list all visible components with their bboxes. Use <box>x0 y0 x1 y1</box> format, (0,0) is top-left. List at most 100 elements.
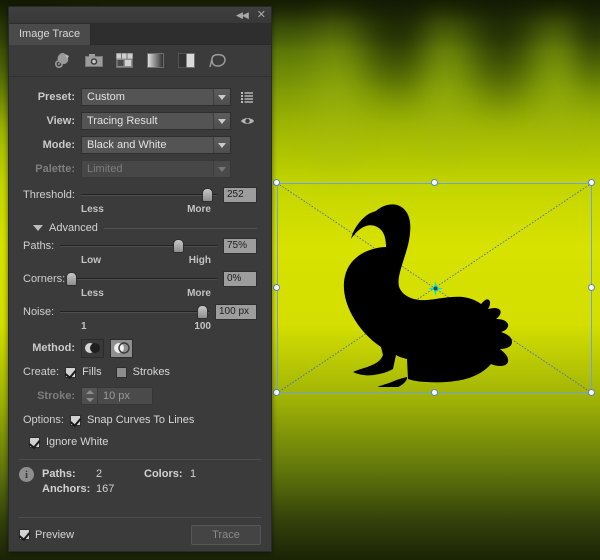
grayscale-gradient-icon[interactable] <box>145 50 167 71</box>
paths-slider[interactable] <box>60 238 217 254</box>
method-overlapping-icon[interactable] <box>110 338 133 358</box>
corners-scale: Less More <box>23 288 257 302</box>
field-create: Create: Fills Strokes <box>23 361 257 383</box>
corners-slider[interactable] <box>66 271 217 287</box>
low-color-icon[interactable] <box>114 50 136 71</box>
paths-label: Paths: <box>23 239 55 252</box>
method-abutting-icon[interactable] <box>81 338 104 358</box>
stats-colors-key: Colors: <box>144 467 183 480</box>
field-threshold: Threshold: 252 <box>23 185 257 204</box>
noise-input[interactable]: 100 px <box>215 303 257 320</box>
stepper-down-icon <box>82 396 97 404</box>
ignore-white-checkbox[interactable] <box>29 436 40 448</box>
auto-color-icon[interactable] <box>52 50 74 71</box>
chevron-down-icon <box>213 161 230 177</box>
snap-curves-checkbox[interactable] <box>69 414 81 426</box>
panel-header: ◀◀ ✕ <box>9 7 271 24</box>
stats-anchors-value: 167 <box>96 482 115 495</box>
threshold-thumb[interactable] <box>202 187 214 202</box>
create-label: Create: <box>23 366 60 378</box>
preview-checkbox[interactable] <box>19 529 30 540</box>
preset-select[interactable]: Custom <box>81 88 231 106</box>
screenshot-root: ◀◀ ✕ Image Trace Preset: Custom View: Tr… <box>0 0 600 560</box>
threshold-scale-max: More <box>187 204 211 215</box>
field-palette: Palette: Limited <box>23 157 257 181</box>
bg-streak <box>462 0 542 120</box>
corners-scale-min: Less <box>81 288 104 299</box>
preset-value: Custom <box>87 91 125 103</box>
noise-slider[interactable] <box>60 304 209 320</box>
selection-handle-middle-right[interactable] <box>588 284 595 291</box>
paths-track <box>60 244 217 247</box>
noise-thumb[interactable] <box>196 304 208 319</box>
stroke-value: 10 px <box>103 390 130 402</box>
paths-scale-min: Low <box>81 255 101 266</box>
threshold-value: 252 <box>227 189 244 200</box>
selection-handle-top-left[interactable] <box>273 179 280 186</box>
selection-bounding-box[interactable] <box>273 179 595 396</box>
trace-button-label: Trace <box>212 528 240 541</box>
corners-input[interactable]: 0% <box>223 270 257 287</box>
advanced-disclosure[interactable]: Advanced <box>23 222 257 234</box>
stats-colors-value: 1 <box>190 467 197 480</box>
threshold-input[interactable]: 252 <box>223 186 257 203</box>
eye-icon[interactable] <box>237 112 257 130</box>
noise-value: 100 px <box>219 306 250 317</box>
field-mode: Mode: Black and White <box>23 133 257 157</box>
selection-handle-top-center[interactable] <box>430 179 438 186</box>
noise-scale-min: 1 <box>81 321 87 332</box>
chevron-down-icon[interactable] <box>213 137 230 153</box>
corners-thumb[interactable] <box>66 271 78 286</box>
chevron-down-icon[interactable] <box>213 113 230 129</box>
stats-paths-value: 2 <box>96 467 103 480</box>
corners-track <box>71 277 217 280</box>
advanced-label: Advanced <box>49 222 98 234</box>
noise-label: Noise: <box>23 305 55 318</box>
high-color-photo-icon[interactable] <box>83 50 105 71</box>
field-options: Options: Snap Curves To Lines <box>23 409 257 431</box>
options-label: Options: <box>23 414 64 426</box>
stats-line-paths: Paths: 2 Colors: 1 <box>42 466 196 481</box>
outline-silhouette-icon[interactable] <box>207 50 229 71</box>
black-and-white-icon[interactable] <box>176 50 198 71</box>
paths-thumb[interactable] <box>172 238 184 253</box>
center-anchor-icon[interactable] <box>427 281 443 296</box>
snap-curves-label: Snap Curves To Lines <box>86 414 195 426</box>
selection-handle-bottom-right[interactable] <box>588 389 595 396</box>
palette-spacer <box>237 160 257 178</box>
preview-control[interactable]: Preview <box>19 529 74 541</box>
field-stroke: Stroke: 10 px <box>23 383 257 409</box>
corners-value: 0% <box>227 273 242 284</box>
create-fills-checkbox[interactable] <box>65 366 77 378</box>
advanced-rule <box>103 227 257 229</box>
field-noise: Noise: 100 px <box>23 302 257 321</box>
palette-value: Limited <box>87 163 123 175</box>
tab-label: Image Trace <box>19 28 81 40</box>
field-ignore-white: Ignore White <box>23 431 257 453</box>
corners-scale-max: More <box>187 288 211 299</box>
paths-input[interactable]: 75% <box>223 237 257 254</box>
threshold-slider[interactable] <box>80 187 217 203</box>
threshold-track <box>80 193 217 196</box>
mode-select[interactable]: Black and White <box>81 136 231 154</box>
close-icon[interactable]: ✕ <box>257 9 266 21</box>
selection-handle-bottom-center[interactable] <box>430 389 438 396</box>
tab-image-trace[interactable]: Image Trace <box>9 24 92 45</box>
selection-handle-bottom-left[interactable] <box>273 389 280 396</box>
panel-footer: Preview Trace <box>19 517 261 551</box>
corners-label: Corners: <box>23 272 66 285</box>
stats-paths-key: Paths: <box>42 467 76 480</box>
chevron-down-icon[interactable] <box>33 225 43 231</box>
view-select[interactable]: Tracing Result <box>81 112 231 130</box>
panel-body: Preset: Custom View: Tracing Result Mode… <box>9 45 271 545</box>
list-menu-icon[interactable] <box>237 88 257 106</box>
selection-handle-top-right[interactable] <box>588 179 595 186</box>
trace-button[interactable]: Trace <box>191 524 261 545</box>
chevron-down-icon[interactable] <box>213 89 230 105</box>
paths-value: 75% <box>227 240 248 251</box>
create-strokes-checkbox[interactable] <box>115 366 127 378</box>
collapse-double-left-icon[interactable]: ◀◀ <box>236 10 249 20</box>
selection-handle-middle-left[interactable] <box>273 284 280 291</box>
view-label: View: <box>46 115 75 127</box>
create-strokes-label: Strokes <box>132 366 170 378</box>
